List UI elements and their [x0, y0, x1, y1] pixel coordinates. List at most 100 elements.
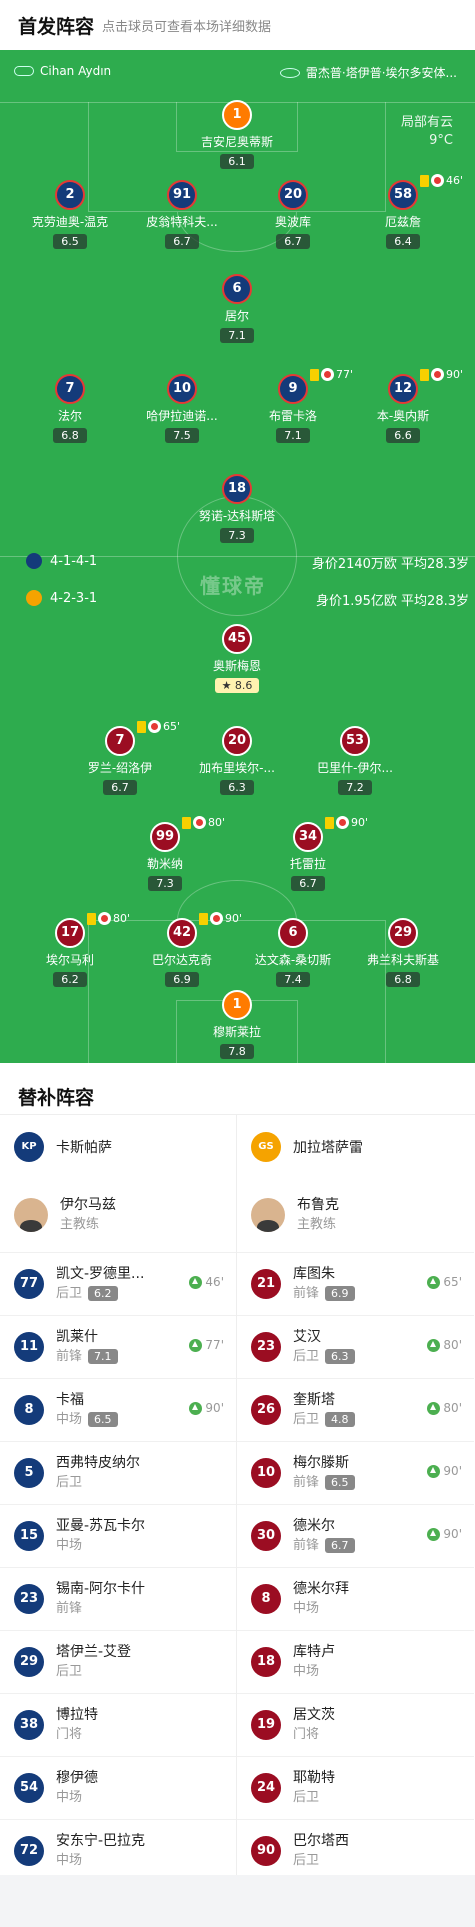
player-number: 17: [55, 918, 85, 948]
sub-player-11[interactable]: 11 凯莱什 前锋 7.1 77': [0, 1316, 236, 1379]
subs-title: 替补阵容: [0, 1063, 475, 1115]
sub-name: 安东宁-巴拉克: [56, 1833, 146, 1849]
player-event: 80': [87, 912, 130, 925]
sub-off-icon: [431, 174, 444, 187]
sub-rating: 6.9: [325, 1286, 355, 1301]
player-event: 65': [137, 720, 180, 733]
player-number: 18: [222, 474, 252, 504]
home-formation: 4-1-4-1: [26, 553, 97, 569]
player-number: 2: [55, 180, 85, 210]
player-number: 7: [105, 726, 135, 756]
home-coach[interactable]: 伊尔马兹 主教练: [0, 1178, 236, 1253]
player-name: 罗兰-绍洛伊: [87, 761, 153, 775]
player-away-6[interactable]: 6 达文森-桑切斯 7.4: [238, 918, 348, 987]
away-coach[interactable]: 布鲁克 主教练: [237, 1178, 474, 1253]
yellow-card-icon: [199, 912, 208, 925]
sub-player-24[interactable]: 24 耶勒特 后卫: [237, 1757, 474, 1820]
sub-name: 凯莱什: [56, 1329, 98, 1345]
yellow-card-icon: [310, 368, 319, 381]
weather-temp: 9°C: [429, 133, 453, 148]
sub-off-icon: [148, 720, 161, 733]
away-team-row[interactable]: GS 加拉塔萨雷: [237, 1115, 474, 1178]
sub-number: 54: [14, 1773, 44, 1803]
player-rating: 7.3: [220, 528, 254, 543]
player-home-10[interactable]: 10 哈伊拉迪诺... 7.5: [127, 374, 237, 443]
player-home-6[interactable]: 6 居尔 7.1: [182, 274, 292, 343]
sub-player-10[interactable]: 10 梅尔滕斯 前锋 6.5 90': [237, 1442, 474, 1505]
player-home-91[interactable]: 91 皮翁特科夫... 6.7: [127, 180, 237, 249]
player-away-53[interactable]: 53 巴里什-伊尔... 7.2: [300, 726, 410, 795]
player-away-7[interactable]: 7 罗兰-绍洛伊 6.7 65': [65, 720, 180, 795]
sub-player-23[interactable]: 23 艾汉 后卫 6.3 80': [237, 1316, 474, 1379]
player-away-99[interactable]: 99 勒米纳 7.3 80': [110, 816, 225, 891]
sub-player-5[interactable]: 5 西弗特皮纳尔 后卫: [0, 1442, 236, 1505]
sub-on-event: 46': [189, 1275, 224, 1289]
sub-on-event: 65': [427, 1275, 462, 1289]
player-name: 巴尔达克奇: [151, 953, 212, 967]
sub-player-19[interactable]: 19 居文茨 门将: [237, 1694, 474, 1757]
sub-player-15[interactable]: 15 亚曼-苏瓦卡尔 中场: [0, 1505, 236, 1568]
sub-player-29[interactable]: 29 塔伊兰-艾登 后卫: [0, 1631, 236, 1694]
player-name: 勒米纳: [146, 857, 183, 871]
player-name: 吉安尼奥蒂斯: [200, 135, 273, 149]
sub-player-8[interactable]: 8 德米尔拜 中场: [237, 1568, 474, 1631]
sub-name: 巴尔塔西: [293, 1833, 349, 1849]
page-title: 首发阵容: [18, 15, 95, 38]
sub-name: 亚曼-苏瓦卡尔: [56, 1518, 146, 1534]
sub-on-icon: [427, 1338, 441, 1352]
player-number: 10: [167, 374, 197, 404]
sub-position: 前锋 7.1: [56, 1347, 118, 1366]
sub-position: 前锋 6.5: [293, 1473, 355, 1492]
sub-name: 梅尔滕斯: [293, 1455, 349, 1471]
sub-player-72[interactable]: 72 安东宁-巴拉克 中场: [0, 1820, 236, 1883]
player-rating: 7.5: [165, 428, 199, 443]
player-rating: 6.1: [220, 154, 254, 169]
sub-player-90[interactable]: 90 巴尔塔西 后卫: [237, 1820, 474, 1883]
player-event: 90': [199, 912, 242, 925]
sub-rating: 6.2: [88, 1286, 118, 1301]
sub-player-54[interactable]: 54 穆伊德 中场: [0, 1757, 236, 1820]
sub-player-23[interactable]: 23 锡南-阿尔卡什 前锋: [0, 1568, 236, 1631]
sub-player-18[interactable]: 18 库特卢 中场: [237, 1631, 474, 1694]
player-away-29[interactable]: 29 弗兰科夫斯基 6.8: [348, 918, 458, 987]
sub-position: 后卫 4.8: [293, 1410, 355, 1429]
subs-panel: KP 卡斯帕萨 伊尔马兹 主教练 77 凯文-罗德里... 后卫 6.2 46' 11 凯莱…: [0, 1115, 475, 1883]
player-home-58[interactable]: 58 厄兹詹 6.4 46': [348, 174, 463, 249]
home-team-row[interactable]: KP 卡斯帕萨: [0, 1115, 236, 1178]
sub-player-38[interactable]: 38 博拉特 门将: [0, 1694, 236, 1757]
sub-off-icon: [98, 912, 111, 925]
sub-player-8[interactable]: 8 卡福 中场 6.5 90': [0, 1379, 236, 1442]
player-away-45[interactable]: 45 奥斯梅恩 ★ 8.6: [182, 624, 292, 693]
player-rating: 7.1: [276, 428, 310, 443]
sub-name: 锡南-阿尔卡什: [56, 1581, 146, 1597]
player-awaygk-1[interactable]: 1 穆斯莱拉 7.8: [182, 990, 292, 1059]
sub-name: 奎斯塔: [293, 1392, 335, 1408]
sub-name: 库特卢: [293, 1644, 335, 1660]
sub-player-77[interactable]: 77 凯文-罗德里... 后卫 6.2 46': [0, 1253, 236, 1316]
player-home-18[interactable]: 18 努诺-达科斯塔 7.3: [182, 474, 292, 543]
player-homegk-1[interactable]: 1 吉安尼奥蒂斯 6.1: [182, 100, 292, 169]
player-home-12[interactable]: 12 本-奥内斯 6.6 90': [348, 368, 463, 443]
player-away-34[interactable]: 34 托雷拉 6.7 90': [253, 816, 368, 891]
sub-player-30[interactable]: 30 德米尔 前锋 6.7 90': [237, 1505, 474, 1568]
sub-name: 卡福: [56, 1392, 84, 1408]
sub-on-event: 77': [189, 1338, 224, 1352]
player-name: 布雷卡洛: [268, 409, 317, 423]
player-home-9[interactable]: 9 布雷卡洛 7.1 77': [238, 368, 353, 443]
player-home-20[interactable]: 20 奥波库 6.7: [238, 180, 348, 249]
yellow-card-icon: [182, 816, 191, 829]
sub-player-21[interactable]: 21 库图朱 前锋 6.9 65': [237, 1253, 474, 1316]
player-number: 29: [388, 918, 418, 948]
player-away-42[interactable]: 42 巴尔达克奇 6.9 90': [127, 912, 242, 987]
player-rating: 6.6: [386, 428, 420, 443]
player-home-2[interactable]: 2 克劳迪奥-温克 6.5: [15, 180, 125, 249]
sub-number: 30: [251, 1521, 281, 1551]
player-name: 克劳迪奥-温克: [31, 215, 109, 229]
player-away-20[interactable]: 20 加布里埃尔-... 6.3: [182, 726, 292, 795]
sub-player-26[interactable]: 26 奎斯塔 后卫 4.8 80': [237, 1379, 474, 1442]
sub-on-icon: [427, 1527, 441, 1541]
player-rating: 6.5: [53, 234, 87, 249]
player-name: 本-奥内斯: [376, 409, 430, 423]
player-home-7[interactable]: 7 法尔 6.8: [15, 374, 125, 443]
player-away-17[interactable]: 17 埃尔马利 6.2 80': [15, 912, 130, 987]
